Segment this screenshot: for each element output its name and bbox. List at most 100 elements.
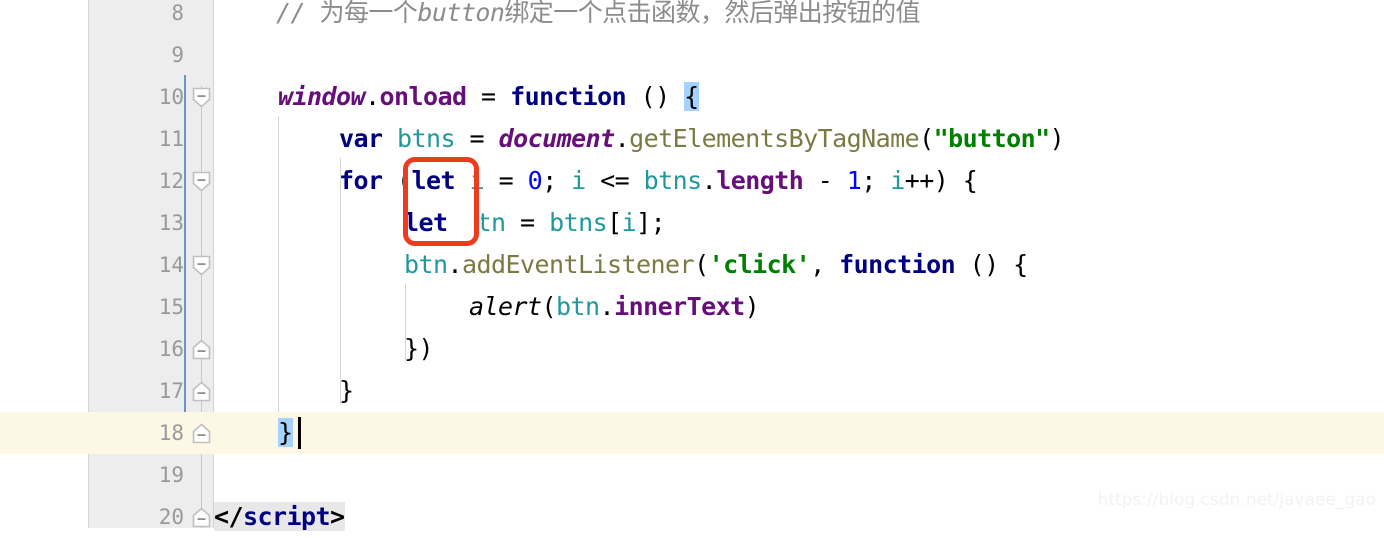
code-line[interactable]: 10 window.onload = function () {	[0, 76, 1384, 118]
fold-expand-icon[interactable]	[192, 255, 211, 276]
code-text[interactable]: // 为每一个button绑定一个点击函数，然后弹出按钮的值	[276, 0, 921, 34]
code-token: let	[404, 208, 448, 237]
code-token: let	[411, 166, 456, 195]
code-token: script	[243, 502, 331, 531]
code-token: (	[919, 124, 934, 153]
code-line[interactable]: 13 let btn = btns[i];	[0, 202, 1384, 244]
code-token: )	[1049, 124, 1065, 153]
code-token: var	[339, 124, 383, 153]
code-text[interactable]: for (let i = 0; i <= btns.length - 1; i+…	[339, 160, 978, 202]
fold-collapse-icon[interactable]	[192, 507, 211, 528]
code-token: btns	[397, 124, 456, 153]
code-token: .	[365, 82, 380, 111]
code-text[interactable]: btn.addEventListener('click', function (…	[404, 244, 1028, 286]
code-text[interactable]: window.onload = function () {	[278, 76, 699, 118]
code-token: i	[571, 166, 586, 195]
code-token: window	[278, 82, 366, 111]
code-text[interactable]: }	[278, 412, 293, 454]
code-token: )	[744, 292, 760, 321]
fold-expand-icon[interactable]	[192, 171, 211, 192]
code-token: length	[716, 166, 804, 195]
code-token: function	[839, 250, 956, 279]
fold-collapse-icon[interactable]	[192, 423, 211, 444]
code-line[interactable]: 15 alert(btn.innerText)	[0, 286, 1384, 328]
code-token: onload	[379, 82, 468, 111]
code-token: 1	[846, 166, 862, 195]
code-token: ()	[626, 82, 685, 111]
code-token: 'click'	[708, 250, 811, 279]
code-token: alert	[469, 292, 542, 321]
fold-expand-icon[interactable]	[192, 87, 211, 108]
code-text[interactable]: let btn = btns[i];	[404, 202, 666, 244]
code-token: [	[607, 208, 622, 237]
code-token: .	[614, 124, 630, 153]
code-text[interactable]: })	[404, 328, 434, 370]
code-token: </	[214, 502, 244, 531]
code-token: =	[466, 82, 511, 111]
text-caret	[298, 417, 301, 449]
code-line[interactable]: 11 var btns = document.getElementsByTagNa…	[0, 118, 1384, 160]
line-number[interactable]: 14	[88, 244, 184, 286]
code-token: function	[510, 82, 627, 111]
code-token: ;	[542, 166, 572, 195]
code-line[interactable]: 16})	[0, 328, 1384, 370]
line-number[interactable]: 17	[88, 370, 184, 412]
code-text[interactable]: var btns = document.getElementsByTagName…	[339, 118, 1065, 160]
code-token: -	[803, 166, 847, 195]
code-line[interactable]: 18}	[0, 412, 1384, 454]
code-text[interactable]: </script>	[214, 496, 345, 538]
code-token: ++) {	[904, 166, 978, 195]
code-token: ,	[810, 250, 840, 279]
code-line[interactable]: 17}	[0, 370, 1384, 412]
code-token: btns	[643, 166, 703, 195]
line-number[interactable]: 9	[88, 34, 184, 76]
code-token: i	[469, 166, 485, 195]
code-token: .	[701, 166, 717, 195]
code-token: <=	[585, 166, 644, 195]
code-token: //	[276, 0, 320, 27]
code-token: 绑定一个点击函数，然后弹出按钮的值	[504, 0, 920, 27]
code-token: "button"	[933, 124, 1051, 153]
line-number[interactable]: 15	[88, 286, 184, 328]
code-token: button	[417, 0, 505, 27]
line-number[interactable]: 8	[88, 0, 184, 34]
code-line[interactable]: 9	[0, 34, 1384, 76]
code-token: {	[684, 82, 699, 111]
code-token: btn	[556, 292, 600, 321]
code-token: (	[541, 292, 557, 321]
code-line[interactable]: 12 for (let i = 0; i <= btns.length - 1; …	[0, 160, 1384, 202]
line-number[interactable]: 12	[88, 160, 184, 202]
code-token: .	[599, 292, 615, 321]
line-number[interactable]: 20	[88, 496, 184, 538]
code-token: >	[330, 502, 345, 531]
code-token: innerText	[614, 292, 745, 321]
fold-collapse-icon[interactable]	[192, 339, 211, 360]
code-token: 为每一个	[319, 0, 418, 27]
code-token: btns	[549, 208, 608, 237]
line-number[interactable]: 16	[88, 328, 184, 370]
code-line[interactable]: 8 // 为每一个button绑定一个点击函数，然后弹出按钮的值	[0, 0, 1384, 34]
code-token: i	[890, 166, 905, 195]
code-token: =	[455, 124, 499, 153]
code-text[interactable]: }	[339, 370, 354, 412]
code-line[interactable]: 14 btn.addEventListener('click', function…	[0, 244, 1384, 286]
watermark: https://blog.csdn.net/javaee_gao	[1097, 490, 1377, 510]
code-token: =	[484, 166, 528, 195]
line-number[interactable]: 18	[88, 412, 184, 454]
code-text[interactable]: alert(btn.innerText)	[469, 286, 760, 328]
fold-collapse-icon[interactable]	[192, 381, 211, 402]
line-number[interactable]: 11	[88, 118, 184, 160]
code-token: getElementsByTagName	[629, 124, 920, 153]
code-token: }	[339, 376, 354, 405]
code-token: btn	[462, 208, 506, 237]
line-number[interactable]: 19	[88, 454, 184, 496]
line-number[interactable]: 13	[88, 202, 184, 244]
code-editor[interactable]: 8 // 为每一个button绑定一个点击函数，然后弹出按钮的值 9 10 window…	[0, 0, 1384, 531]
code-token: ];	[636, 208, 666, 237]
code-token: =	[505, 208, 550, 237]
line-number[interactable]: 10	[88, 76, 184, 118]
code-token: addEventListener	[462, 250, 695, 279]
